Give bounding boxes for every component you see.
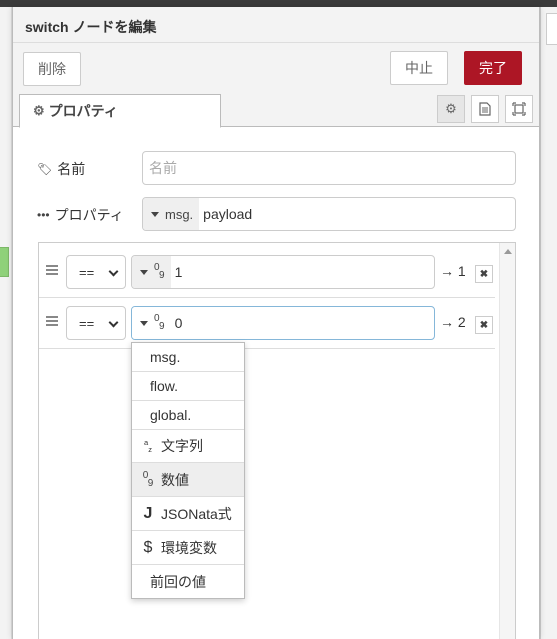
remove-rule-button[interactable]: ✖ (475, 316, 493, 334)
rules-scrollbar[interactable] (499, 243, 515, 639)
chevron-down-icon (108, 266, 119, 277)
number-icon: 09 (142, 469, 154, 489)
name-placeholder: 名前 (149, 160, 177, 176)
menu-item-label: 環境変数 (161, 539, 217, 556)
name-label-text: 名前 (57, 161, 86, 177)
cancel-button[interactable]: 中止 (390, 51, 448, 85)
rule-value: 0 (174, 315, 183, 331)
sidebar-tab-edge[interactable] (546, 13, 557, 45)
property-type-label: msg. (165, 206, 194, 222)
menu-item-msg[interactable]: msg. (132, 343, 244, 372)
tag-icon: 🏷 (37, 162, 53, 176)
drag-handle-icon[interactable] (46, 265, 58, 275)
menu-item-string[interactable]: az 文字列 (132, 430, 244, 463)
tab-settings[interactable]: ⚙ (437, 95, 465, 123)
menu-item-jsonata[interactable]: J JSONata式 (132, 497, 244, 531)
operator-value: == (79, 315, 95, 331)
menu-item-number[interactable]: 09 数値 (132, 463, 244, 497)
menu-item-label: msg. (150, 349, 181, 365)
rule-value-input[interactable]: 09 1 (131, 255, 435, 289)
workspace-edge (0, 7, 12, 639)
property-label: ••• プロパティ (37, 205, 124, 225)
done-button[interactable]: 完了 (464, 51, 522, 85)
close-icon: ✖ (479, 319, 489, 331)
caret-down-icon (140, 320, 148, 326)
property-input[interactable]: msg. payload (142, 197, 516, 231)
string-icon: az (144, 438, 152, 454)
drag-handle-icon[interactable] (46, 316, 58, 326)
rule-output: → 2 (440, 314, 466, 330)
property-value: payload (203, 206, 253, 222)
gear-icon: ⚙ (445, 101, 457, 116)
property-type-select[interactable]: msg. (143, 198, 200, 230)
name-input[interactable]: 名前 (142, 151, 516, 185)
tabs-bar: ⚙ プロパティ ⚙ (13, 93, 539, 128)
tab-properties[interactable]: ⚙ プロパティ (19, 94, 221, 128)
menu-item-label: JSONata式 (161, 505, 232, 522)
number-icon: 09 (154, 313, 165, 332)
tray-header: switch ノードを編集 (13, 7, 539, 43)
document-icon (479, 102, 491, 116)
menu-item-label: flow. (150, 378, 179, 394)
rule-row: == 09 0 → 2 ✖ (39, 298, 495, 349)
rule-row: == 09 1 → 1 ✖ (39, 247, 495, 298)
scroll-up-icon[interactable] (504, 249, 512, 254)
frame-icon (512, 102, 526, 116)
caret-down-icon (151, 211, 159, 217)
property-label-text: プロパティ (54, 207, 124, 223)
number-icon: 09 (154, 262, 165, 281)
type-dropdown-menu: msg. flow. global. az 文字列 09 数値 J JSONat… (131, 342, 245, 599)
gear-icon: ⚙ (33, 103, 45, 118)
menu-item-prev-value[interactable]: 前回の値 (132, 565, 244, 599)
menu-item-label: 前回の値 (150, 574, 206, 590)
menu-item-env[interactable]: $ 環境変数 (132, 531, 244, 565)
chevron-down-icon (108, 317, 119, 328)
edit-tray: switch ノードを編集 削除 中止 完了 ⚙ プロパティ ⚙ 🏷 名前 名前… (12, 7, 540, 639)
rule-output: → 1 (440, 263, 466, 279)
delete-button[interactable]: 削除 (23, 52, 81, 86)
tab-properties-label: プロパティ (48, 103, 118, 119)
rule-type-select[interactable]: 09 (132, 307, 171, 339)
menu-item-flow[interactable]: flow. (132, 372, 244, 401)
remove-rule-button[interactable]: ✖ (475, 265, 493, 283)
tray-toolbar: 削除 中止 完了 (13, 43, 539, 93)
caret-down-icon (140, 269, 148, 275)
operator-select[interactable]: == (66, 255, 126, 289)
rule-value-input[interactable]: 09 0 (131, 306, 435, 340)
ellipsis-icon: ••• (37, 208, 50, 222)
rules-list: == 09 1 → 1 ✖ == 09 0 → 2 ✖ (38, 242, 516, 639)
jsonata-icon: J (143, 504, 153, 522)
tab-description[interactable] (471, 95, 499, 123)
name-label: 🏷 名前 (37, 159, 85, 179)
rule-type-select[interactable]: 09 (132, 256, 171, 288)
env-icon: $ (143, 538, 153, 556)
rule-value: 1 (174, 264, 183, 280)
flow-node-edge[interactable] (0, 247, 9, 277)
menu-item-label: 数値 (161, 471, 189, 488)
tab-appearance[interactable] (505, 95, 533, 123)
menu-item-label: 文字列 (161, 438, 203, 454)
top-bar (0, 0, 557, 7)
menu-item-global[interactable]: global. (132, 401, 244, 430)
operator-value: == (79, 264, 95, 280)
close-icon: ✖ (479, 268, 489, 280)
operator-select[interactable]: == (66, 306, 126, 340)
tray-title: switch ノードを編集 (25, 19, 157, 35)
menu-item-label: global. (150, 407, 192, 423)
sidebar-edge (540, 7, 557, 639)
